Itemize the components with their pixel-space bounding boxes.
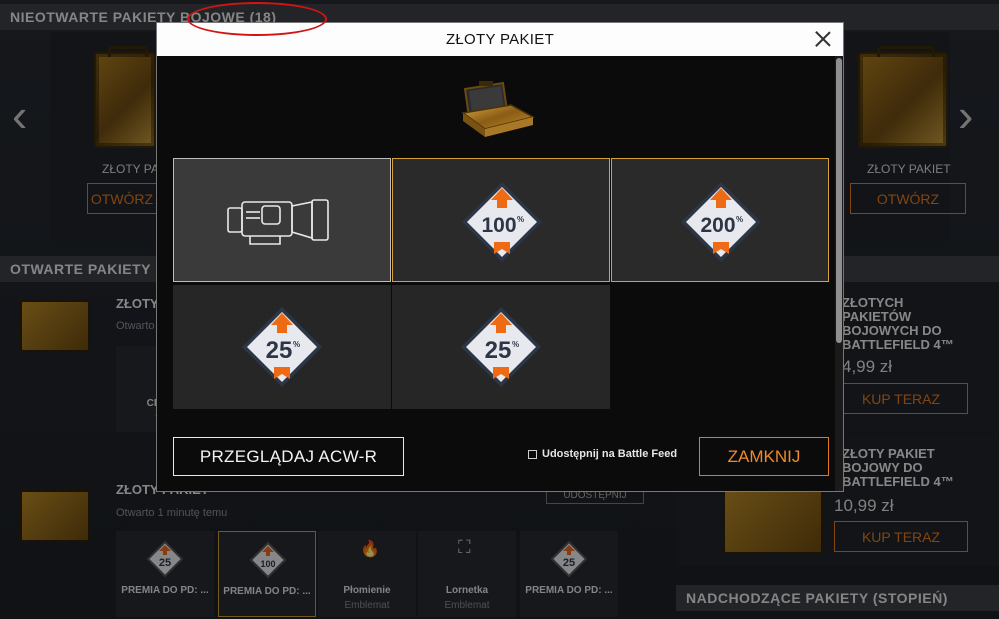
close-icon[interactable] bbox=[813, 29, 833, 49]
dialog-title: ZŁOTY PAKIET bbox=[445, 31, 555, 48]
share-battle-feed[interactable]: Udostępnij na Battle Feed bbox=[528, 448, 677, 460]
xp-boost-value-25: 25 bbox=[485, 337, 512, 364]
gold-case-icon bbox=[461, 81, 535, 137]
reward-xp-boost-100[interactable]: 100 % bbox=[392, 158, 610, 282]
xp-boost-value-200: 200 bbox=[700, 214, 735, 237]
gold-pack-dialog: ZŁOTY PAKIET 100 % 200 % 25 % 25 % PRZEG… bbox=[156, 22, 844, 492]
share-label: Udostępnij na Battle Feed bbox=[542, 448, 678, 460]
reward-xp-boost-25-a[interactable]: 25 % bbox=[173, 285, 391, 409]
reward-xp-boost-200[interactable]: 200 % bbox=[611, 158, 829, 282]
scope-icon bbox=[227, 199, 329, 245]
reward-xp-boost-25-b[interactable]: 25 % bbox=[392, 285, 610, 409]
scrollbar-thumb[interactable] bbox=[836, 58, 842, 343]
share-checkbox[interactable] bbox=[528, 449, 537, 459]
percent-icon: % bbox=[512, 340, 519, 349]
percent-icon: % bbox=[517, 215, 524, 224]
xp-boost-badge-icon: 25 % bbox=[461, 307, 541, 387]
close-button[interactable]: ZAMKNIJ bbox=[699, 437, 829, 476]
reward-scope[interactable] bbox=[173, 158, 391, 282]
xp-boost-value-100: 100 bbox=[481, 214, 516, 237]
xp-boost-badge-icon: 200 % bbox=[681, 182, 761, 262]
xp-boost-badge-icon: 25 % bbox=[242, 307, 322, 387]
percent-icon: % bbox=[736, 215, 743, 224]
dialog-scrollbar[interactable] bbox=[835, 56, 843, 491]
xp-boost-badge-icon: 100 % bbox=[462, 182, 542, 262]
xp-boost-value-25: 25 bbox=[266, 337, 293, 364]
percent-icon: % bbox=[293, 340, 300, 349]
browse-weapon-button[interactable]: PRZEGLĄDAJ ACW-R bbox=[173, 437, 404, 476]
red-annotation-ellipse bbox=[187, 2, 327, 36]
